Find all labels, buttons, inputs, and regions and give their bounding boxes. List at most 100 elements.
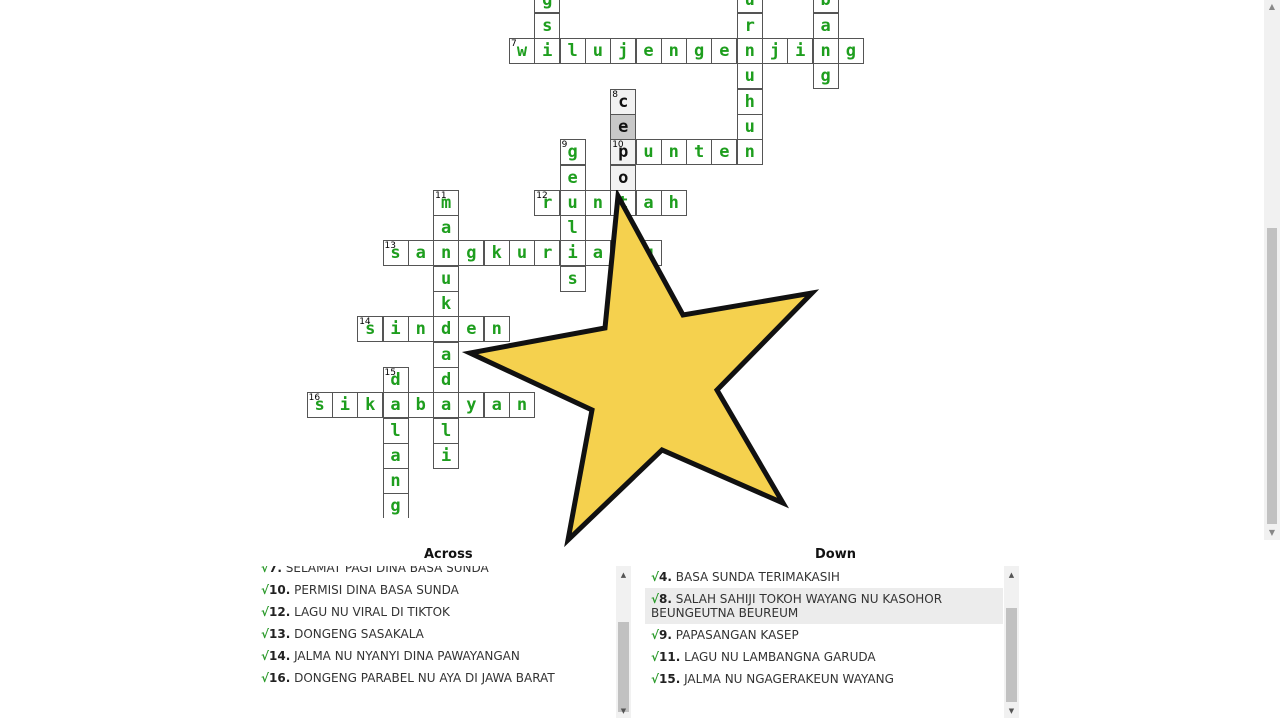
grid-cell[interactable]: d 15 [382,366,409,393]
triangle-down-icon[interactable]: ▼ [1264,526,1280,540]
grid-cell[interactable]: i [433,442,460,469]
clue-text: BASA SUNDA TERIMAKASIH [671,570,840,584]
grid-cell[interactable]: n [382,468,409,495]
across-clue-item[interactable]: √7. SELAMAT PAGI DINA BASA SUNDA [255,566,615,579]
page-scrollbar-thumb[interactable] [1267,228,1277,524]
cell-letter: a [390,395,401,416]
grid-cell[interactable]: a [382,442,409,469]
grid-cell[interactable]: e [610,113,637,140]
grid-cell[interactable]: g [837,38,864,64]
grid-cell[interactable]: s 13 [382,240,409,267]
grid-cell[interactable]: i [787,38,814,64]
cell-letter: i [440,445,452,466]
grid-cell[interactable]: a [433,215,460,242]
clue-number: 13 [384,241,396,252]
clue-number: 11. [659,650,681,664]
down-scrollbar-thumb[interactable] [1006,608,1017,702]
grid-cell[interactable]: c8 [610,88,637,115]
grid-cell[interactable]: n [736,38,763,64]
clue-number: 14. [269,649,291,663]
across-clue-item[interactable]: √12. LAGU NU VIRAL DI TIKTOK [255,601,615,623]
cell-letter: i [339,395,351,416]
grid-cell[interactable]: e [711,38,738,64]
grid-cell[interactable]: r [736,12,763,39]
grid-cell[interactable]: u [433,265,460,292]
grid-cell[interactable]: k [357,392,384,419]
down-clue-item[interactable]: √15. JALMA NU NGAGERAKEUN WAYANG [645,668,1003,690]
grid-cell[interactable]: g [534,0,561,14]
grid-cell[interactable]: w7 [509,38,535,64]
grid-cell[interactable]: n [407,316,434,343]
grid-cell[interactable]: s 14 [357,316,384,343]
grid-cell[interactable]: l [382,417,409,444]
grid-cell[interactable]: n [812,38,839,64]
grid-cell[interactable]: n [660,139,687,166]
across-title: Across [424,547,473,562]
grid-cell[interactable]: a [407,240,434,267]
grid-cell[interactable]: l [433,417,460,444]
grid-cell[interactable]: k [433,291,460,317]
page-scrollbar[interactable]: ▲ ▼ [1264,0,1280,540]
grid-cell[interactable]: u [736,0,763,14]
down-clue-item[interactable]: √8. SALAH SAHIJI TOKOH WAYANG NU KASOHOR… [645,588,1003,624]
triangle-up-icon[interactable]: ▲ [616,568,631,582]
triangle-up-icon[interactable]: ▲ [1004,568,1019,582]
grid-cell[interactable]: g [812,63,839,90]
grid-cell[interactable]: u [584,38,611,64]
grid-cell[interactable]: g [686,38,713,64]
grid-cell[interactable]: j [762,38,788,64]
grid-cell[interactable]: u [635,139,662,166]
grid-cell[interactable]: a [812,12,839,39]
triangle-down-icon[interactable]: ▼ [616,704,631,718]
grid-cell[interactable]: n [433,240,460,267]
grid-cell[interactable]: n [660,38,687,64]
grid-cell[interactable]: a [433,341,460,368]
grid-cell[interactable]: n [736,139,763,166]
grid-cell[interactable]: g9 [559,139,586,166]
down-title: Down [815,547,856,562]
down-clue-item[interactable]: √4. BASA SUNDA TERIMAKASIH [645,566,1003,588]
grid-cell[interactable]: u [736,113,763,140]
grid-cell[interactable]: b [812,0,839,14]
grid-cell[interactable]: o [610,164,637,191]
cell-letter: u [592,41,604,61]
check-icon: √ [651,592,660,606]
across-clue-item[interactable]: √13. DONGENG SASAKALA [255,623,615,645]
down-clue-item[interactable]: √11. LAGU NU LAMBANGNA GARUDA [645,646,1003,668]
grid-cell[interactable]: m 11 [433,189,460,216]
grid-cell[interactable]: i [534,38,561,64]
grid-cell[interactable]: g [382,493,409,518]
across-scrollbar[interactable]: ▲ ▼ [616,566,631,718]
grid-cell[interactable]: s 16 [306,392,333,419]
down-scrollbar[interactable]: ▲ ▼ [1004,566,1019,718]
grid-cell[interactable]: j [610,38,637,64]
grid-cell[interactable]: d [433,316,460,343]
grid-cell[interactable]: e [711,139,738,166]
grid-cell[interactable]: e [635,38,662,64]
cell-letter: b [820,0,831,11]
grid-cell[interactable]: i [331,392,358,419]
triangle-up-icon[interactable]: ▲ [1264,0,1280,14]
across-clue-item[interactable]: √14. JALMA NU NYANYI DINA PAWAYANGAN [255,645,615,667]
across-scrollbar-thumb[interactable] [618,622,629,712]
grid-cell[interactable]: u [736,63,763,90]
grid-cell[interactable]: t [686,139,713,166]
grid-cell[interactable]: a [382,392,409,419]
grid-cell[interactable]: d [433,366,460,393]
grid-cell[interactable]: b [407,392,434,419]
cell-letter: a [415,243,426,264]
down-clue-item[interactable]: √9. PAPASANGAN KASEP [645,624,1003,646]
cell-letter: n [415,319,426,340]
grid-cell[interactable]: s [534,12,561,39]
grid-cell[interactable]: l [559,38,586,64]
cell-letter: l [440,420,452,441]
across-clue-item[interactable]: √10. PERMISI DINA BASA SUNDA [255,579,615,601]
across-clue-item[interactable]: √16. DONGENG PARABEL NU AYA DI JAWA BARA… [255,667,615,689]
cell-letter: s [542,15,553,36]
grid-cell[interactable]: h [736,88,763,115]
grid-cell[interactable]: a [433,392,460,419]
grid-cell[interactable]: e [559,164,586,191]
grid-cell[interactable]: i [382,316,409,343]
grid-cell[interactable]: p 10 [610,139,637,166]
triangle-down-icon[interactable]: ▼ [1004,704,1019,718]
